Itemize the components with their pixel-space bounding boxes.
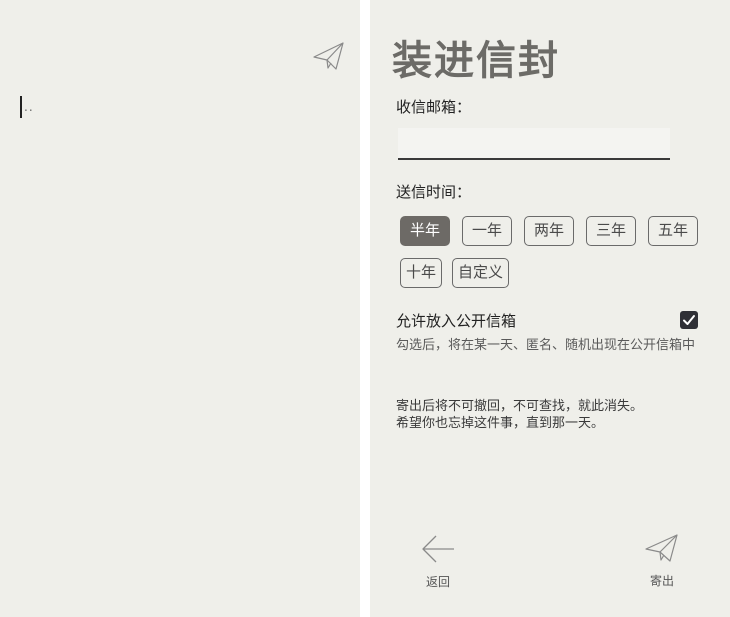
public-mailbox-label: 允许放入公开信箱 [396, 312, 517, 330]
public-mailbox-hint: 勾选后，将在某一天、匿名、随机出现在公开信箱中 [396, 338, 696, 353]
editor-placeholder: .. [24, 100, 34, 114]
duration-five-years[interactable]: 五年 [648, 216, 698, 246]
compose-screen: .. [0, 0, 360, 617]
back-label: 返回 [425, 575, 450, 589]
send-button[interactable] [312, 40, 346, 72]
send-time-label: 送信时间： [396, 183, 472, 201]
check-icon [683, 315, 695, 325]
duration-custom[interactable]: 自定义 [452, 258, 509, 288]
send-label: 寄出 [649, 574, 674, 588]
duration-half-year[interactable]: 半年 [400, 216, 450, 246]
send-warning: 寄出后将不可撤回，不可查找，就此消失。 希望你也忘掉这件事，直到那一天。 [396, 398, 708, 432]
page-title: 装进信封 [392, 37, 560, 84]
paper-plane-icon [645, 534, 678, 562]
text-caret [20, 96, 22, 118]
duration-one-year[interactable]: 一年 [462, 216, 512, 246]
public-mailbox-checkbox[interactable] [680, 311, 698, 329]
envelope-screen: 装进信封 收信邮箱： 送信时间： 半年 一年 两年 三年 五年 十年 自定义 允… [370, 0, 730, 617]
duration-three-years[interactable]: 三年 [586, 216, 636, 246]
panel-divider [360, 0, 370, 617]
warning-line-2: 希望你也忘掉这件事，直到那一天。 [396, 416, 605, 431]
send-button[interactable]: 寄出 [644, 532, 680, 588]
duration-ten-years[interactable]: 十年 [400, 258, 442, 288]
email-field[interactable] [398, 128, 670, 160]
back-button[interactable]: 返回 [420, 533, 456, 589]
warning-line-1: 寄出后将不可撤回，不可查找，就此消失。 [396, 399, 644, 414]
letter-editor[interactable]: .. [18, 96, 338, 118]
duration-two-years[interactable]: 两年 [524, 216, 574, 246]
arrow-left-icon [422, 535, 454, 563]
paper-plane-icon [313, 42, 344, 70]
email-label: 收信邮箱： [396, 98, 472, 116]
